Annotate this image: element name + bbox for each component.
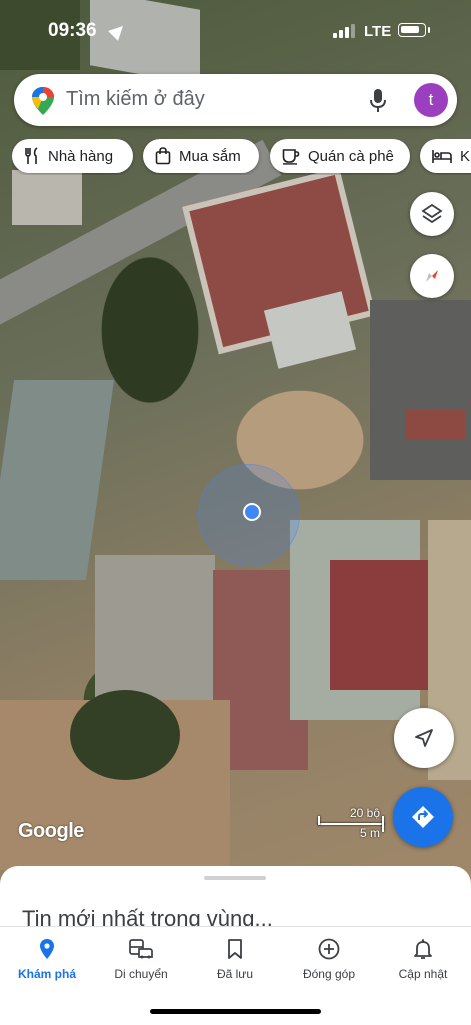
navigation-arrow-icon [415,729,433,747]
account-avatar[interactable]: t [414,83,448,117]
fork-knife-icon [25,147,38,164]
map-building [405,410,465,440]
chip-cafes[interactable]: Quán cà phê [270,139,410,173]
nav-label: Cập nhật [398,967,448,981]
nav-updates[interactable]: Cập nhật [376,937,470,981]
signal-strength-icon [333,24,357,38]
layers-icon [421,203,443,224]
nav-contribute[interactable]: Đóng góp [282,937,376,981]
scale-tick [318,816,320,825]
status-bar: 09:36 LTE [0,0,471,60]
chip-label: Khách sạn [460,147,471,165]
nav-commute[interactable]: Di chuyển [94,937,188,981]
google-maps-pin-icon [32,87,54,115]
chip-label: Mua sắm [179,147,241,165]
map-building [330,560,440,690]
bed-icon [432,150,452,163]
bell-icon [414,939,432,959]
microphone-icon[interactable] [368,88,388,114]
chip-hotels[interactable]: Khách sạn [420,139,471,173]
nav-label: Di chuyển [114,967,168,981]
nav-label: Đóng góp [302,967,356,981]
layers-button[interactable] [410,192,454,236]
nav-label: Khám phá [17,967,76,981]
clock: 09:36 [48,20,97,41]
coffee-cup-icon [282,149,300,165]
scale-feet: 20 bộ [349,806,380,820]
nav-label: Đã lưu [216,967,254,981]
scale-line [318,823,384,825]
my-location-button[interactable] [394,708,454,768]
map-building [12,170,82,225]
map-building [0,380,115,580]
current-location-dot [243,503,261,521]
chip-restaurants[interactable]: Nhà hàng [12,139,133,173]
directions-button[interactable] [393,787,453,847]
map-scale: 20 bộ 5 m [318,806,384,840]
shopping-bag-icon [155,147,171,165]
category-chips: Nhà hàng Mua sắm Quán cà phê Khách sạn [12,139,471,175]
search-input[interactable]: Tìm kiếm ở đây [66,88,205,111]
battery-icon [398,23,430,37]
nav-saved[interactable]: Đã lưu [188,937,282,981]
sheet-drag-handle[interactable] [204,876,266,880]
network-type: LTE [364,23,392,40]
commute-icon [129,939,153,959]
google-logo: Google [18,820,84,842]
compass-icon [426,270,438,282]
compass-button[interactable] [410,254,454,298]
scale-tick [382,816,384,832]
add-circle-icon [318,938,340,960]
bookmark-icon [228,939,242,959]
location-pin-icon [40,939,54,959]
chip-shopping[interactable]: Mua sắm [143,139,259,173]
chip-label: Quán cà phê [308,147,394,165]
nav-explore[interactable]: Khám phá [0,937,94,981]
search-bar[interactable]: Tìm kiếm ở đây t [14,74,457,126]
map-building [370,300,471,480]
map-tree [70,690,180,780]
home-indicator[interactable] [150,1009,321,1014]
location-services-icon [108,21,128,41]
scale-meters: 5 m [359,826,380,840]
directions-icon [412,806,434,828]
chip-label: Nhà hàng [48,147,114,165]
